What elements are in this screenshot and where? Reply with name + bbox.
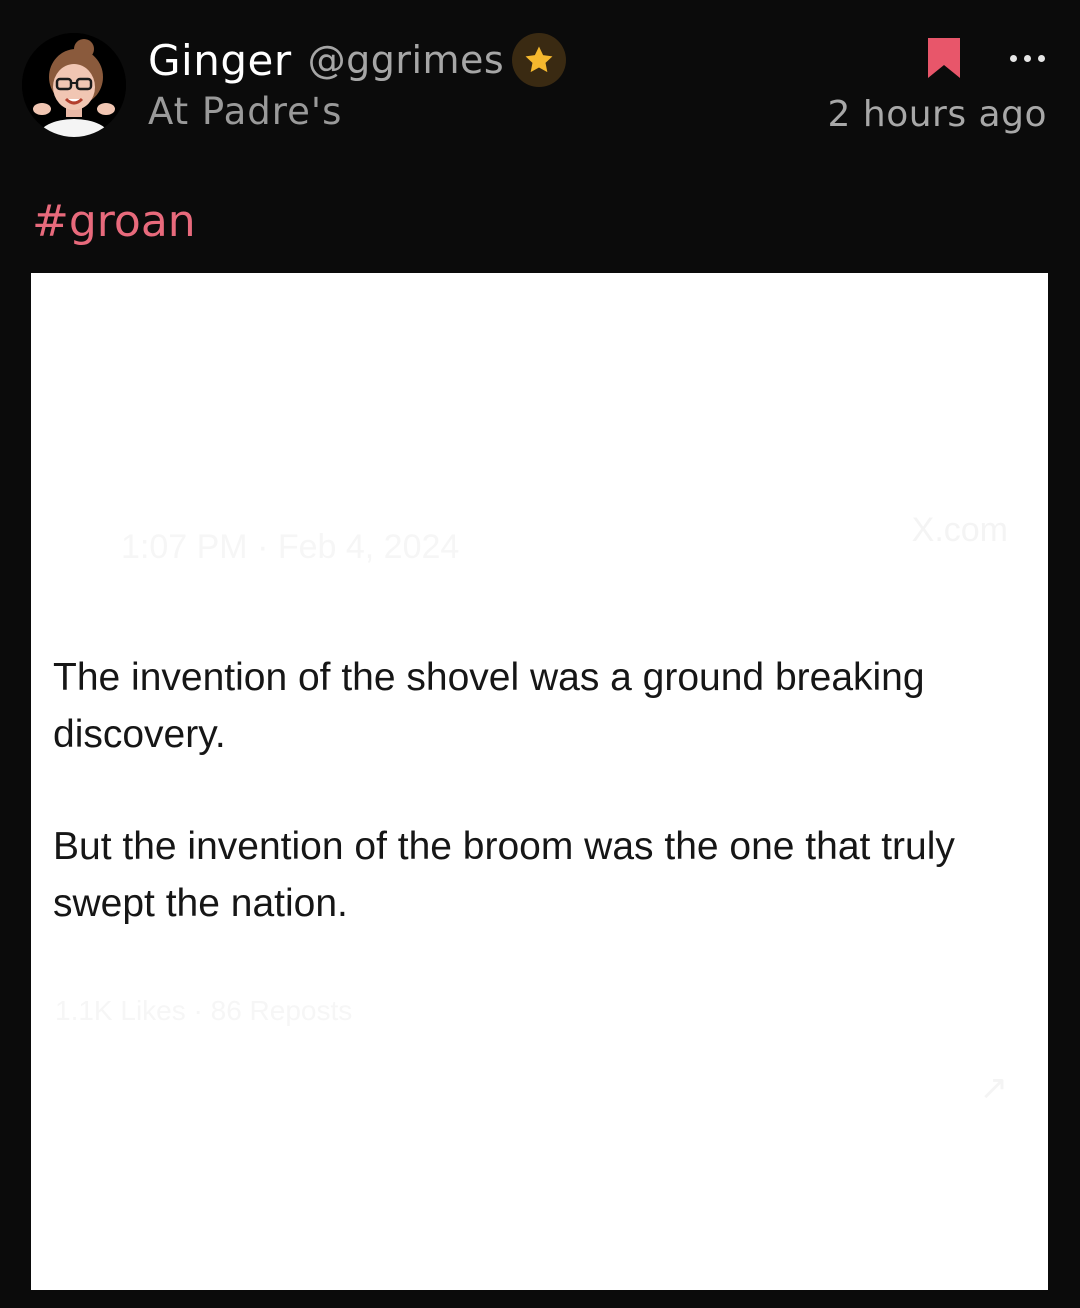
dot [1009, 54, 1017, 62]
bookmark-icon[interactable] [924, 36, 964, 80]
avatar[interactable] [22, 33, 126, 137]
post-image[interactable]: 1:07 PM · Feb 4, 2024 X.com 1.1K Likes ·… [31, 273, 1048, 1290]
star-icon [512, 33, 567, 87]
faded-text: ↗ [979, 1069, 1009, 1107]
dot [1037, 54, 1045, 62]
post-card: Ginger @ggrimes At Padre's 2 hours ago #… [0, 0, 1080, 1308]
author-display-name[interactable]: Ginger [148, 36, 292, 85]
faded-text: 1.1K Likes · 86 Reposts [55, 995, 353, 1026]
post-location: At Padre's [148, 90, 343, 133]
more-options-icon[interactable] [1002, 38, 1052, 78]
tweet-paragraph: But the invention of the broom was the o… [53, 825, 955, 925]
tweet-paragraph: The invention of the shovel was a ground… [53, 656, 925, 756]
author-line: Ginger @ggrimes [148, 32, 567, 88]
post-timestamp: 2 hours ago [827, 94, 1047, 135]
hashtag-link[interactable]: #groan [32, 196, 196, 247]
image-tweet-text: The invention of the shovel was a ground… [53, 649, 1013, 987]
faded-text: 1:07 PM · Feb 4, 2024 [121, 528, 460, 566]
author-handle[interactable]: @ggrimes [308, 38, 505, 82]
dot [1023, 54, 1031, 62]
faded-text: X.com [911, 511, 1008, 549]
